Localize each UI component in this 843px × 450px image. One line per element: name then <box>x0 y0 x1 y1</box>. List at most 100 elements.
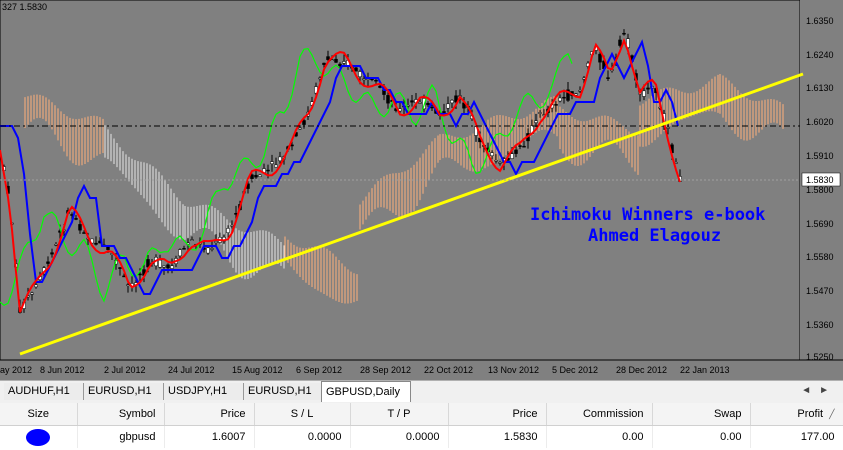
candle-body <box>126 284 130 287</box>
candle-body <box>298 127 302 130</box>
candle-body <box>138 273 142 276</box>
candle-body <box>442 111 446 113</box>
scroll-left-icon[interactable]: ◄ <box>801 385 819 396</box>
candle-body <box>166 264 170 269</box>
candle-body <box>554 104 558 106</box>
col-header-swap[interactable]: Swap <box>652 403 751 426</box>
table-row[interactable]: gbpusd 1.6007 0.0000 0.0000 1.5830 0.00 … <box>0 425 843 448</box>
date-label: 28 Dec 2012 <box>616 365 667 375</box>
chart-header: 327 1.5830 <box>2 2 47 12</box>
col-header-tp[interactable]: T / P <box>350 403 449 426</box>
chart-tab-bar: AUDHUF,H1 EURUSD,H1 USDJPY,H1 EURUSD,H1 … <box>0 380 843 403</box>
candle-body <box>446 103 450 109</box>
candle-body <box>538 112 542 114</box>
candle-body <box>358 71 362 77</box>
candle-body <box>182 248 186 250</box>
sort-icon[interactable]: ╱ <box>829 409 834 419</box>
price-label: 1.5690 <box>806 219 834 229</box>
price-label: 1.5250 <box>806 352 834 362</box>
candle-body <box>534 120 538 123</box>
current-price-label: 1.5830 <box>806 175 834 185</box>
candle-body <box>598 53 602 63</box>
candle-body <box>426 103 430 106</box>
price-label: 1.6240 <box>806 50 834 60</box>
candle-body <box>34 284 38 288</box>
candle-body <box>162 265 166 268</box>
candle-body <box>622 32 626 35</box>
date-label: 2 Jul 2012 <box>104 365 146 375</box>
candle-body <box>326 56 330 60</box>
candle-body <box>494 159 498 162</box>
candle-body <box>646 87 650 90</box>
candle-body <box>266 169 270 172</box>
candle-body <box>334 58 338 63</box>
candle-body <box>606 77 610 79</box>
candle-body <box>30 292 34 295</box>
candle-body <box>338 63 342 67</box>
price-label: 1.5800 <box>806 185 834 195</box>
candle-body <box>642 90 646 97</box>
candle-body <box>46 261 50 264</box>
swap-cell: 0.00 <box>652 425 751 448</box>
candle-body <box>618 39 622 46</box>
price-label: 1.5470 <box>806 286 834 296</box>
col-header-size[interactable]: Size <box>0 403 78 426</box>
candle-body <box>418 102 422 104</box>
tab-gbpusd-daily[interactable]: GBPUSD,Daily <box>321 381 411 402</box>
col-header-sl[interactable]: S / L <box>254 403 351 426</box>
tab-eurusd-h1[interactable]: EURUSD,H1 <box>84 383 164 400</box>
candle-body <box>230 225 234 227</box>
col-header-profit[interactable]: Profit ╱ <box>750 403 843 426</box>
date-labels: ay 2012 8 Jun 2012 2 Jul 2012 24 Jul 201… <box>0 365 730 375</box>
candle-body <box>430 106 434 109</box>
date-label: 15 Aug 2012 <box>232 365 283 375</box>
candle-body <box>374 79 378 82</box>
candle-body <box>190 239 194 241</box>
tab-scroll-arrows[interactable]: ◄► <box>801 385 837 396</box>
col-header-price-current[interactable]: Price <box>448 403 547 426</box>
price-label: 1.5910 <box>806 151 834 161</box>
date-label: 22 Oct 2012 <box>424 365 473 375</box>
tab-usdjpy-h1[interactable]: USDJPY,H1 <box>164 383 244 400</box>
candle-body <box>490 152 494 156</box>
col-header-commission[interactable]: Commission <box>546 403 653 426</box>
price-chart[interactable]: 1.6350 1.6240 1.6130 1.6020 1.5910 1.580… <box>0 0 843 380</box>
scroll-right-icon[interactable]: ► <box>819 385 837 396</box>
tab-audhuf-h1[interactable]: AUDHUF,H1 <box>4 383 84 400</box>
price-label: 1.5580 <box>806 252 834 262</box>
size-indicator-icon <box>26 428 51 446</box>
candle-body <box>210 248 214 250</box>
date-label: 5 Dec 2012 <box>552 365 598 375</box>
col-header-price[interactable]: Price <box>164 403 255 426</box>
date-label: 28 Sep 2012 <box>360 365 411 375</box>
candle-body <box>362 78 366 81</box>
orders-panel: Size Symbol Price S / L T / P Price Comm… <box>0 403 843 450</box>
col-header-symbol[interactable]: Symbol <box>77 403 165 426</box>
candle-body <box>378 85 382 88</box>
candle-body <box>158 259 162 268</box>
date-label: ay 2012 <box>0 365 32 375</box>
candle-body <box>354 67 358 72</box>
price-label: 1.6020 <box>806 117 834 127</box>
candle-body <box>170 265 174 269</box>
candle-body <box>386 95 390 104</box>
candle-body <box>206 247 210 254</box>
tab-eurusd-h1-second[interactable]: EURUSD,H1 <box>244 383 324 400</box>
commission-cell: 0.00 <box>546 425 653 448</box>
orders-table: Size Symbol Price S / L T / P Price Comm… <box>0 403 843 448</box>
candle-body <box>178 249 182 257</box>
watermark-author: Ahmed Elagouz <box>588 226 721 246</box>
candle-body <box>214 241 218 243</box>
candle-body <box>78 224 82 231</box>
candle-body <box>82 232 86 234</box>
profit-header-label: Profit <box>797 408 824 420</box>
chart-area[interactable]: 1.6350 1.6240 1.6130 1.6020 1.5910 1.580… <box>0 0 843 380</box>
candle-body <box>118 267 122 269</box>
price-cell: 1.6007 <box>164 425 255 448</box>
candle-body <box>74 218 78 220</box>
candle-body <box>342 61 346 64</box>
candle-body <box>50 252 54 255</box>
candle-body <box>270 161 274 165</box>
profit-cell: 177.00 <box>750 425 843 448</box>
candle-body <box>278 156 282 162</box>
